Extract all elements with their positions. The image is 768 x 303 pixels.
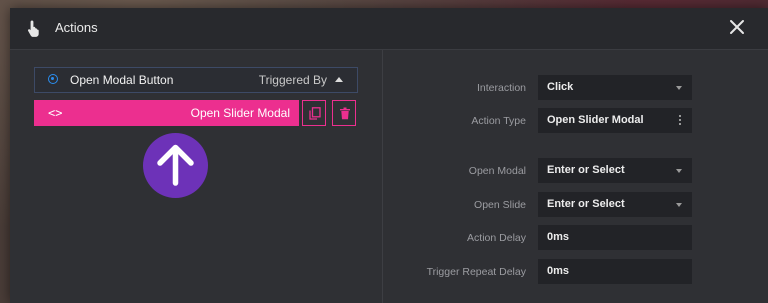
trigger-name: Open Modal Button	[70, 73, 174, 87]
delete-action-button[interactable]	[332, 100, 356, 126]
action-delay-input[interactable]: 0ms	[538, 225, 692, 250]
open-slide-label: Open Slide	[474, 199, 526, 211]
interaction-label: Interaction	[476, 82, 526, 94]
arrow-up-indicator	[143, 133, 208, 198]
hand-pointer-icon	[27, 20, 39, 37]
panel-title: Actions	[55, 20, 98, 35]
code-icon: <>	[48, 106, 63, 120]
action-delay-label: Action Delay	[467, 232, 526, 244]
open-modal-value: Enter or Select	[547, 164, 625, 176]
dropdown-icon	[676, 203, 682, 207]
action-type-select[interactable]: Open Slider Modal	[538, 108, 692, 133]
arrow-up-icon	[157, 144, 194, 186]
action-label: Open Slider Modal	[190, 106, 290, 120]
action-delay-value: 0ms	[547, 231, 570, 243]
trigger-item[interactable]: Open Modal Button Triggered By	[34, 67, 358, 93]
interaction-select[interactable]: Click	[538, 75, 692, 100]
action-settings-pane: Interaction Click Action Type Open Slide…	[383, 50, 768, 303]
kebab-icon[interactable]	[679, 115, 681, 125]
trash-icon	[340, 107, 350, 120]
open-slide-value: Enter or Select	[547, 198, 625, 210]
dropdown-icon	[676, 86, 682, 90]
open-slide-select[interactable]: Enter or Select	[538, 192, 692, 217]
action-item[interactable]: <> Open Slider Modal	[34, 100, 299, 126]
trigger-repeat-delay-value: 0ms	[547, 265, 570, 277]
trigger-repeat-delay-label: Trigger Repeat Delay	[426, 266, 526, 278]
close-icon[interactable]	[728, 18, 746, 36]
caret-up-icon[interactable]	[335, 77, 343, 82]
actions-panel: Actions Open Modal Button Triggered By <…	[10, 8, 768, 303]
trigger-repeat-delay-input[interactable]: 0ms	[538, 259, 692, 284]
action-type-label: Action Type	[471, 115, 526, 127]
interaction-value: Click	[547, 81, 574, 93]
open-modal-select[interactable]: Enter or Select	[538, 158, 692, 183]
duplicate-action-button[interactable]	[302, 100, 326, 126]
open-modal-label: Open Modal	[468, 165, 526, 177]
action-type-value: Open Slider Modal	[547, 114, 644, 126]
triggered-by-label[interactable]: Triggered By	[259, 73, 327, 87]
radio-icon[interactable]	[48, 74, 58, 84]
actions-list-pane: Open Modal Button Triggered By <> Open S…	[10, 50, 382, 303]
panel-header: Actions	[10, 8, 768, 50]
dropdown-icon	[676, 169, 682, 173]
copy-icon	[309, 107, 321, 120]
